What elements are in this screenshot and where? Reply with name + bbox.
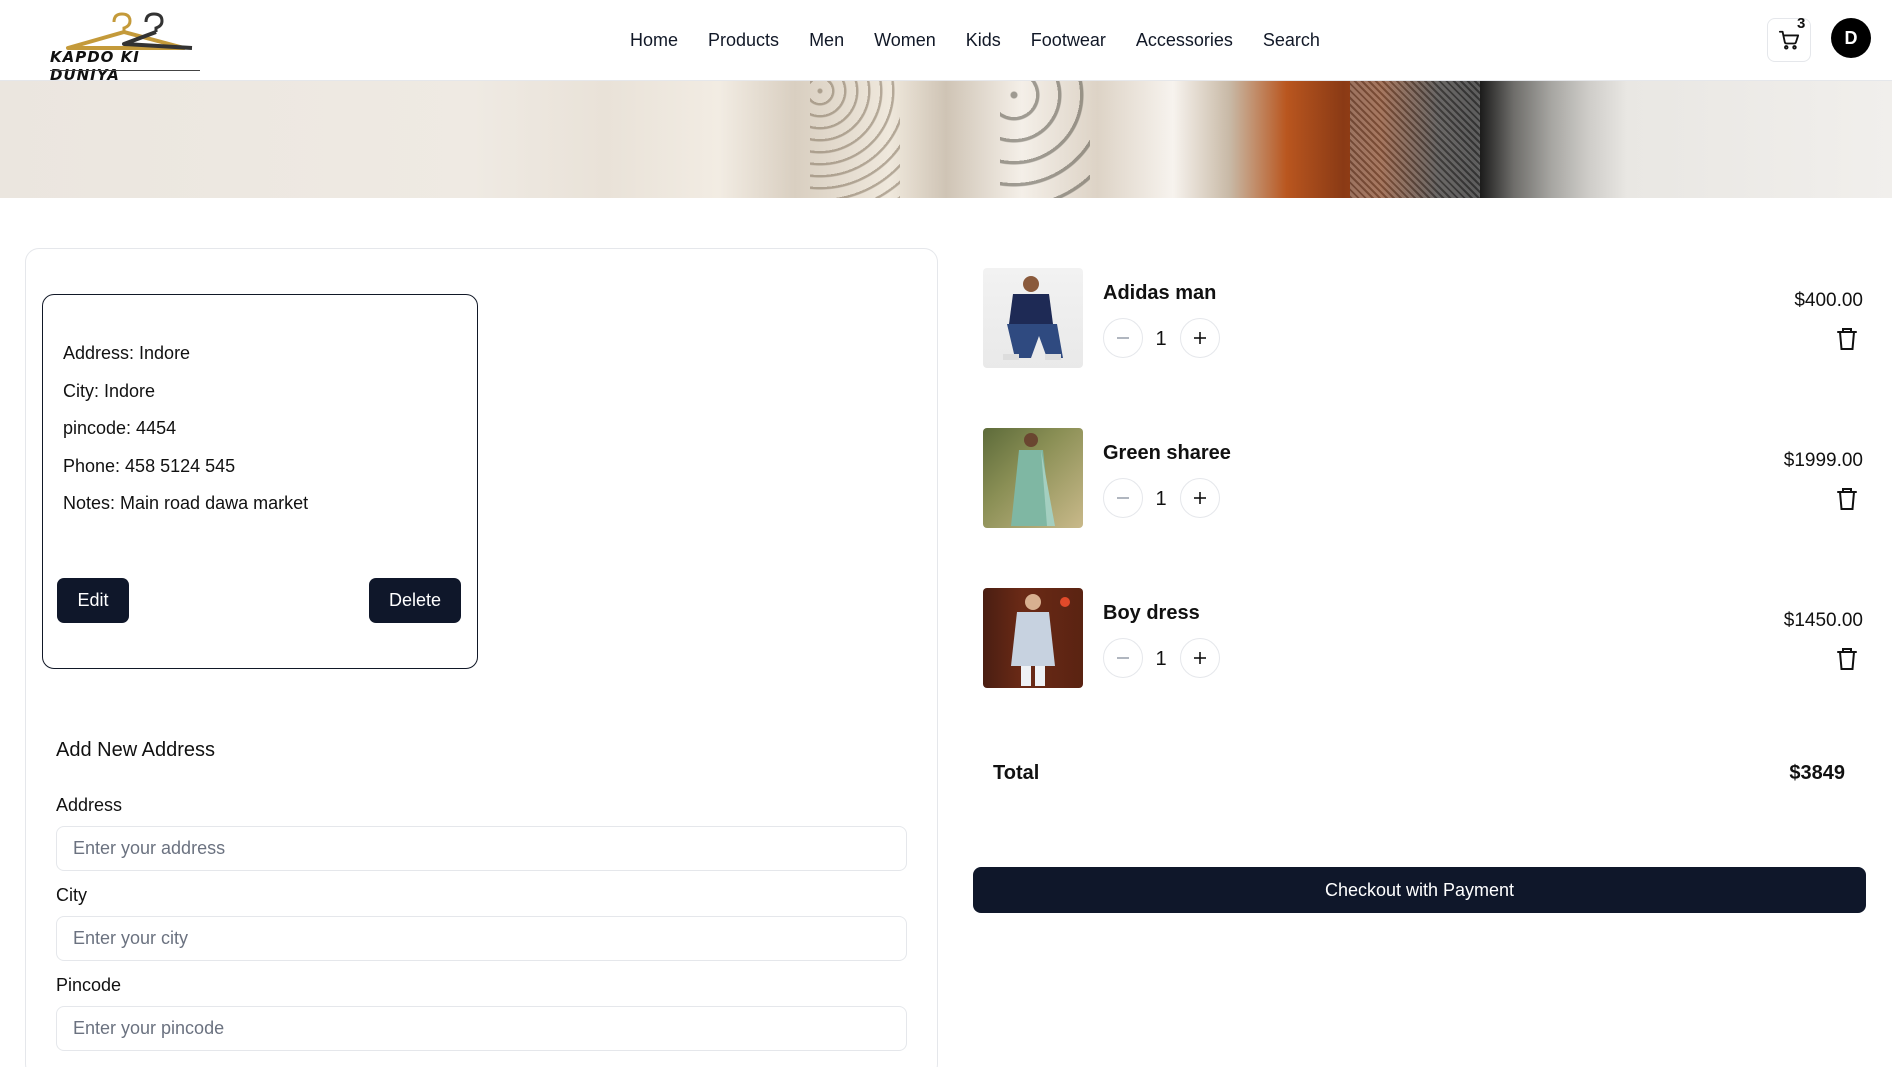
item-name: Boy dress [1103,602,1200,624]
item-price: $1450.00 [1783,610,1863,631]
address-field-label: Address [56,795,123,815]
delete-address-button[interactable]: Delete [369,578,461,623]
banner-fabric-texture [810,81,900,198]
saved-address-card: Address: Indore City: Indore pincode: 44… [42,294,478,669]
address-input[interactable] [56,826,907,871]
total-label: Total [993,762,1040,784]
city-input[interactable] [56,916,907,961]
city-line: City: Indore [63,381,156,401]
brand-name: KAPDO KI DUNIYA [50,48,140,84]
nav-accessories[interactable]: Accessories [1136,30,1233,51]
product-thumbnail[interactable] [983,588,1083,688]
cart-item: Boy dress 1 $1450.00 [983,588,1863,688]
item-quantity: 1 [1155,328,1167,350]
pincode-line: pincode: 4454 [63,418,177,438]
item-name: Green sharee [1103,442,1231,464]
checkout-button[interactable]: Checkout with Payment [973,867,1866,913]
decrease-qty-button[interactable] [1103,478,1143,518]
minus-icon [1117,337,1129,339]
total-value: $3849 [1789,762,1845,784]
nav-men[interactable]: Men [809,30,844,51]
plus-icon [1194,652,1206,664]
edit-address-button[interactable]: Edit [57,578,129,623]
cart-item: Adidas man 1 $400.00 [983,268,1863,368]
nav-search[interactable]: Search [1263,30,1320,51]
cart-item: Green sharee 1 $1999.00 [983,428,1863,528]
city-field-label: City [56,885,87,905]
add-address-title: Add New Address [56,739,215,761]
notes-line: Notes: Main road dawa market [63,493,309,513]
main-nav: Home Products Men Women Kids Footwear Ac… [630,30,1350,51]
product-image-adidas [1003,276,1063,360]
nav-products[interactable]: Products [708,30,779,51]
increase-qty-button[interactable] [1180,638,1220,678]
item-price: $400.00 [1794,290,1863,311]
product-image-sharee [1011,433,1055,526]
user-avatar[interactable]: D [1831,18,1871,58]
address-panel: Address: Indore City: Indore pincode: 44… [25,248,938,1067]
trash-icon[interactable] [1835,326,1859,352]
item-quantity: 1 [1155,488,1167,510]
nav-women[interactable]: Women [874,30,936,51]
nav-home[interactable]: Home [630,30,678,51]
banner-fabric-texture [1000,81,1090,198]
minus-icon [1117,657,1129,659]
product-image-boy-dress [1011,594,1070,686]
trash-icon[interactable] [1835,486,1859,512]
banner-fabric-texture [1350,81,1480,198]
item-name: Adidas man [1103,282,1217,304]
address-line: Address: Indore [63,343,191,363]
pincode-input[interactable] [56,1006,907,1051]
hero-banner-image [0,81,1892,198]
hanger-logo-icon [66,12,193,50]
item-price: $1999.00 [1783,450,1863,471]
decrease-qty-button[interactable] [1103,318,1143,358]
item-quantity: 1 [1155,648,1167,670]
site-header: KAPDO KI DUNIYA Home Products Men Women … [0,0,1892,84]
trash-icon[interactable] [1835,646,1859,672]
product-thumbnail[interactable] [983,268,1083,368]
brand-logo[interactable]: KAPDO KI DUNIYA [46,6,206,84]
increase-qty-button[interactable] [1180,478,1220,518]
cart-count-badge: 3 [1797,15,1806,32]
nav-kids[interactable]: Kids [966,30,1001,51]
pincode-field-label: Pincode [56,975,122,995]
phone-line: Phone: 458 5124 545 [63,456,236,476]
increase-qty-button[interactable] [1180,318,1220,358]
minus-icon [1117,497,1129,499]
nav-footwear[interactable]: Footwear [1031,30,1106,51]
plus-icon [1194,332,1206,344]
cart-icon [1778,30,1800,50]
plus-icon [1194,492,1206,504]
product-thumbnail[interactable] [983,428,1083,528]
logo-underline [50,70,200,71]
decrease-qty-button[interactable] [1103,638,1143,678]
